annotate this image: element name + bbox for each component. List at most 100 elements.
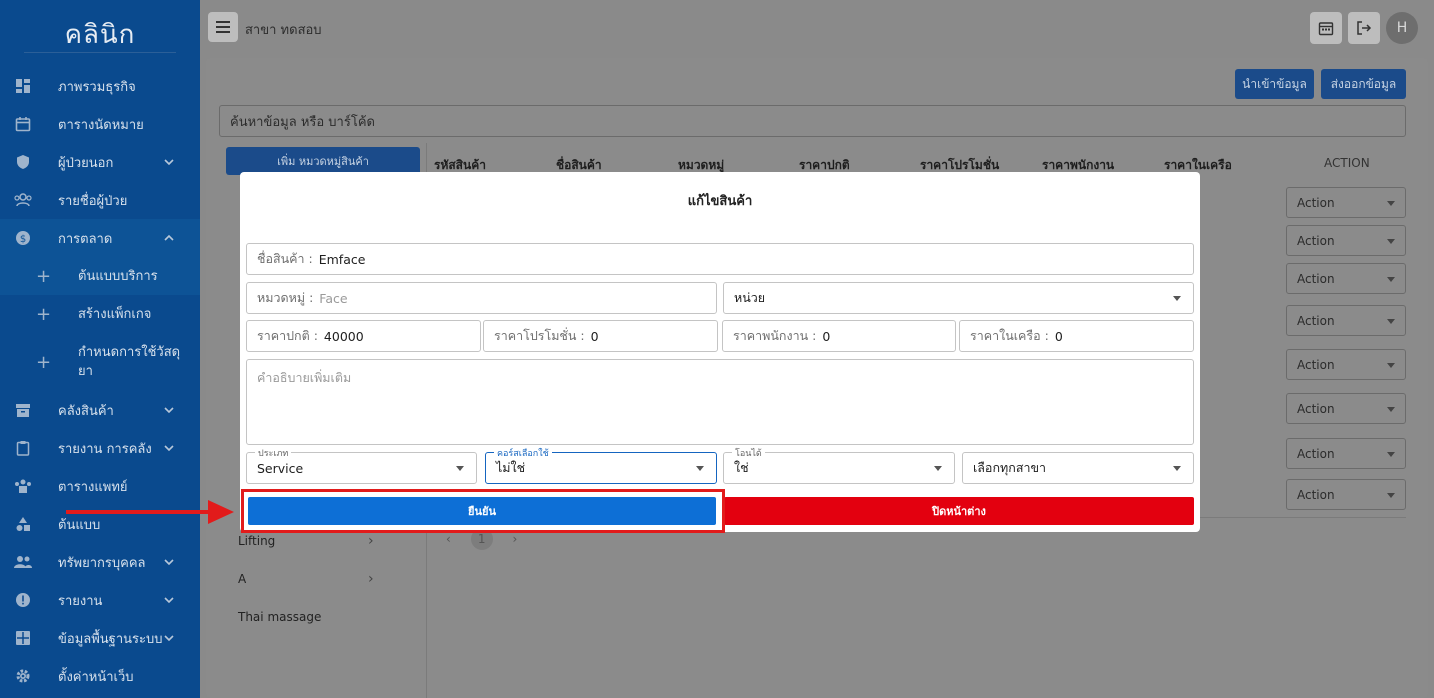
edit-product-dialog: แก้ไขสินค้า ชื่อสินค้า : Emface หมวดหมู่…: [240, 172, 1200, 532]
dropdown-arrow-icon: [1387, 452, 1395, 457]
field-value: ใช่: [734, 460, 749, 475]
sidebar-item-dashboard[interactable]: ภาพรวมธุรกิจ: [0, 67, 200, 105]
sidebar-item-reports[interactable]: รายงาน: [0, 581, 200, 619]
type-select[interactable]: ประเภท Service: [246, 446, 477, 484]
sidebar-item-label: ทรัพยากรบุคคล: [58, 555, 146, 571]
plus-icon: +: [36, 265, 52, 287]
search-input[interactable]: ค้นหาข้อมูล หรือ บาร์โค้ด: [219, 105, 1406, 137]
clipboard-icon: [14, 439, 32, 457]
category-item[interactable]: Thai massage: [238, 610, 321, 624]
sidebar-item-appointments[interactable]: ตารางนัดหมาย: [0, 105, 200, 143]
field-label: ราคาในเครือ :: [970, 328, 1049, 343]
field-label: คอร์สเลือกใช้: [494, 446, 552, 460]
sidebar-item-label: ผู้ป่วยนอก: [58, 155, 114, 171]
dropdown-arrow-icon: [1173, 466, 1181, 471]
category-field[interactable]: หมวดหมู่ : Face: [246, 282, 717, 314]
dashboard-icon: [14, 77, 32, 95]
action-label: Action: [1297, 357, 1335, 372]
sidebar-item-doctor-schedule[interactable]: ตารางแพทย์: [0, 467, 200, 505]
sidebar-item-outpatient[interactable]: ผู้ป่วยนอก: [0, 143, 200, 181]
sidebar-item-label: กำหนดการใช้วัสดุ ยา: [78, 343, 180, 381]
sidebar-item-label: ตารางนัดหมาย: [58, 117, 144, 133]
calendar-icon: [1318, 22, 1334, 36]
sidebar-item-warehouse[interactable]: คลังสินค้า: [0, 391, 200, 429]
dropdown-arrow-icon: [1387, 493, 1395, 498]
branch-select[interactable]: เลือกทุกสาขา: [962, 452, 1194, 484]
calendar-button[interactable]: [1310, 12, 1342, 44]
avatar[interactable]: H: [1386, 12, 1418, 44]
sidebar-item-label: รายงาน การคลัง: [58, 441, 152, 457]
field-value: 0: [590, 328, 599, 344]
action-select[interactable]: Action: [1286, 479, 1406, 510]
action-label: Action: [1297, 446, 1335, 461]
field-value: Face: [319, 290, 348, 306]
sidebar-item-label: รายชื่อผู้ป่วย: [58, 193, 128, 209]
promo-price-field[interactable]: ราคาโปรโมชั่น : 0: [483, 320, 718, 352]
category-item[interactable]: A ›: [238, 571, 374, 587]
chevron-down-icon: [164, 597, 174, 604]
import-button[interactable]: นำเข้าข้อมูล: [1235, 69, 1314, 99]
sidebar-item-finance-report[interactable]: รายงาน การคลัง: [0, 429, 200, 467]
chevron-down-icon: [164, 635, 174, 642]
next-page-icon[interactable]: ›: [512, 532, 517, 546]
field-label: โอนได้: [732, 446, 765, 460]
field-value: 40000: [323, 328, 364, 344]
sidebar-item-label: ตั้งค่าหน้าเว็บ: [58, 669, 134, 685]
description-textarea[interactable]: คำอธิบายเพิ่มเติม: [246, 359, 1194, 445]
sidebar-item-label: คลังสินค้า: [58, 403, 114, 419]
chevron-down-icon: [164, 445, 174, 452]
regular-price-field[interactable]: ราคาปกติ : 40000: [246, 320, 481, 352]
field-label: ประเภท: [255, 446, 292, 460]
close-dialog-button[interactable]: ปิดหน้าต่าง: [724, 497, 1194, 525]
logout-button[interactable]: [1348, 12, 1380, 44]
group-icon: [14, 553, 32, 571]
sidebar-subitem-material-usage[interactable]: + กำหนดการใช้วัสดุ ยา: [0, 333, 200, 391]
product-name-field[interactable]: ชื่อสินค้า : Emface: [246, 243, 1194, 275]
sidebar-item-label: ข้อมูลพื้นฐานระบบ: [58, 631, 163, 647]
field-value: เลือกทุกสาขา: [973, 460, 1047, 475]
svg-text:$: $: [20, 234, 26, 245]
network-price-field[interactable]: ราคาในเครือ : 0: [959, 320, 1194, 352]
sidebar-item-web-settings[interactable]: ตั้งค่าหน้าเว็บ: [0, 657, 200, 695]
hamburger-icon: [216, 21, 230, 33]
grid-icon: [14, 629, 32, 647]
course-select[interactable]: คอร์สเลือกใช้ ไม่ใช่: [485, 446, 717, 484]
action-select[interactable]: Action: [1286, 393, 1406, 424]
field-label: ราคาปกติ :: [257, 328, 318, 343]
branch-name: สาขา ทดสอบ: [245, 23, 322, 38]
sidebar-item-label: สร้างแพ็กเกจ: [78, 306, 152, 322]
annotation-arrow-shaft: [66, 510, 216, 514]
highlight-box: [241, 489, 725, 533]
action-label: Action: [1297, 401, 1335, 416]
menu-button[interactable]: [208, 12, 238, 42]
sidebar-item-patients[interactable]: รายชื่อผู้ป่วย: [0, 181, 200, 219]
action-select[interactable]: Action: [1286, 263, 1406, 294]
action-select[interactable]: Action: [1286, 349, 1406, 380]
add-category-button[interactable]: เพิ่ม หมวดหมู่สินค้า: [226, 147, 420, 175]
prev-page-icon[interactable]: ‹: [446, 532, 451, 546]
staff-price-field[interactable]: ราคาพนักงาน : 0: [722, 320, 956, 352]
action-select[interactable]: Action: [1286, 438, 1406, 469]
sidebar-subitem-service-template[interactable]: + ต้นแบบบริการ: [0, 257, 200, 295]
sidebar-item-system-data[interactable]: ข้อมูลพื้นฐานระบบ: [0, 619, 200, 657]
chevron-right-icon: ›: [368, 533, 374, 549]
sidebar-item-marketing[interactable]: $ การตลาด: [0, 219, 200, 257]
export-button[interactable]: ส่งออกข้อมูล: [1321, 69, 1406, 99]
unit-select[interactable]: หน่วย: [723, 282, 1194, 314]
action-label: Action: [1297, 313, 1335, 328]
transferable-select[interactable]: โอนได้ ใช่: [723, 446, 955, 484]
dropdown-arrow-icon: [696, 466, 704, 471]
action-select[interactable]: Action: [1286, 225, 1406, 256]
plus-icon: +: [36, 303, 52, 325]
sidebar-item-hr[interactable]: ทรัพยากรบุคคล: [0, 543, 200, 581]
field-value: ไม่ใช่: [496, 460, 526, 475]
category-label: Thai massage: [238, 610, 322, 624]
category-item[interactable]: Lifting ›: [238, 533, 374, 549]
chevron-right-icon: ›: [368, 571, 374, 587]
dropdown-arrow-icon: [1387, 407, 1395, 412]
sidebar-subitem-create-package[interactable]: + สร้างแพ็กเกจ: [0, 295, 200, 333]
sidebar-item-label: ภาพรวมธุรกิจ: [58, 79, 136, 95]
field-value: Emface: [318, 251, 366, 267]
action-select[interactable]: Action: [1286, 187, 1406, 218]
action-select[interactable]: Action: [1286, 305, 1406, 336]
